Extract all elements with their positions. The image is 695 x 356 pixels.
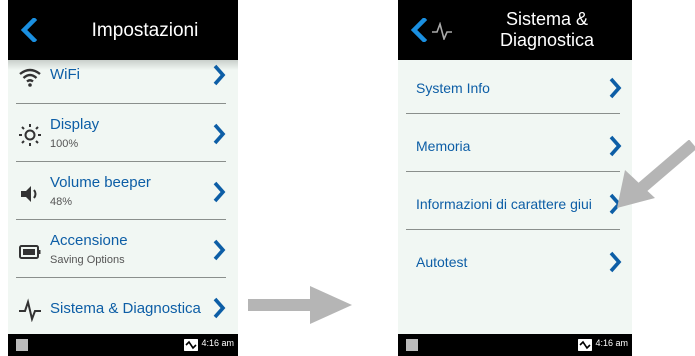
page-title: Sistema & Diagnostica — [462, 0, 632, 60]
settings-item-label: Display — [50, 116, 100, 133]
status-bar: 4:16 am — [398, 334, 632, 356]
chevron-right-icon — [609, 77, 622, 99]
status-time: 4:16 am — [595, 338, 628, 348]
diagnostics-item-label: Memoria — [416, 138, 471, 154]
diagnostics-item-regulatory-info[interactable]: Informazioni di carattere giui — [398, 172, 632, 230]
chevron-right-icon — [213, 297, 226, 319]
settings-item-label: Volume beeper — [50, 174, 151, 191]
speaker-icon — [21, 186, 37, 202]
diagnostics-item-label: Informazioni di carattere giui — [416, 196, 592, 212]
settings-item-display[interactable]: Display 100% — [8, 104, 238, 162]
home-icon[interactable] — [16, 339, 28, 351]
diagnostics-item-system-info[interactable]: System Info — [398, 56, 632, 114]
diagnostics-item-label: System Info — [416, 80, 490, 96]
settings-screen: Impostazioni WiFi Display 100% Volume be… — [8, 0, 238, 356]
system-diagnostics-screen: Sistema & Diagnostica System Info Memori… — [398, 0, 632, 356]
settings-item-label: Sistema & Diagnostica — [50, 300, 201, 317]
transition-arrow-icon — [248, 286, 352, 324]
pulse-icon — [19, 298, 41, 322]
settings-item-label: Accensione — [50, 232, 128, 249]
brightness-icon — [19, 124, 41, 146]
chevron-right-icon — [213, 123, 226, 145]
settings-item-wifi[interactable]: WiFi — [8, 46, 238, 104]
diagnostics-item-memory[interactable]: Memoria — [398, 114, 632, 172]
back-chevron-icon[interactable] — [408, 18, 430, 42]
chevron-right-icon — [213, 239, 226, 261]
settings-item-value: Saving Options — [50, 254, 125, 266]
wifi-icon — [19, 68, 41, 87]
settings-item-system-diagnostics[interactable]: Sistema & Diagnostica — [8, 278, 238, 336]
settings-item-volume[interactable]: Volume beeper 48% — [8, 162, 238, 220]
page-title-line2: Diagnostica — [499, 30, 595, 50]
pointer-arrow-icon — [617, 140, 695, 208]
notification-icon — [578, 339, 592, 351]
settings-item-label: WiFi — [50, 66, 80, 83]
chevron-right-icon — [213, 181, 226, 203]
back-chevron-icon[interactable] — [18, 18, 40, 42]
notification-icon — [184, 339, 198, 351]
settings-item-value: 48% — [50, 196, 73, 208]
diagnostics-item-autotest[interactable]: Autotest — [398, 230, 632, 288]
page-title-line1: Sistema & — [505, 9, 589, 29]
pulse-icon — [432, 22, 452, 40]
diagnostics-item-label: Autotest — [416, 254, 468, 270]
chevron-right-icon — [609, 251, 622, 273]
status-bar: 4:16 am — [8, 334, 238, 356]
status-time: 4:16 am — [201, 338, 234, 348]
diagnostics-header: Sistema & Diagnostica — [398, 0, 632, 60]
settings-item-power[interactable]: Accensione Saving Options — [8, 220, 238, 278]
settings-item-value: 100% — [50, 138, 79, 150]
home-icon[interactable] — [406, 339, 418, 351]
chevron-right-icon — [213, 64, 226, 86]
battery-icon — [19, 245, 41, 259]
